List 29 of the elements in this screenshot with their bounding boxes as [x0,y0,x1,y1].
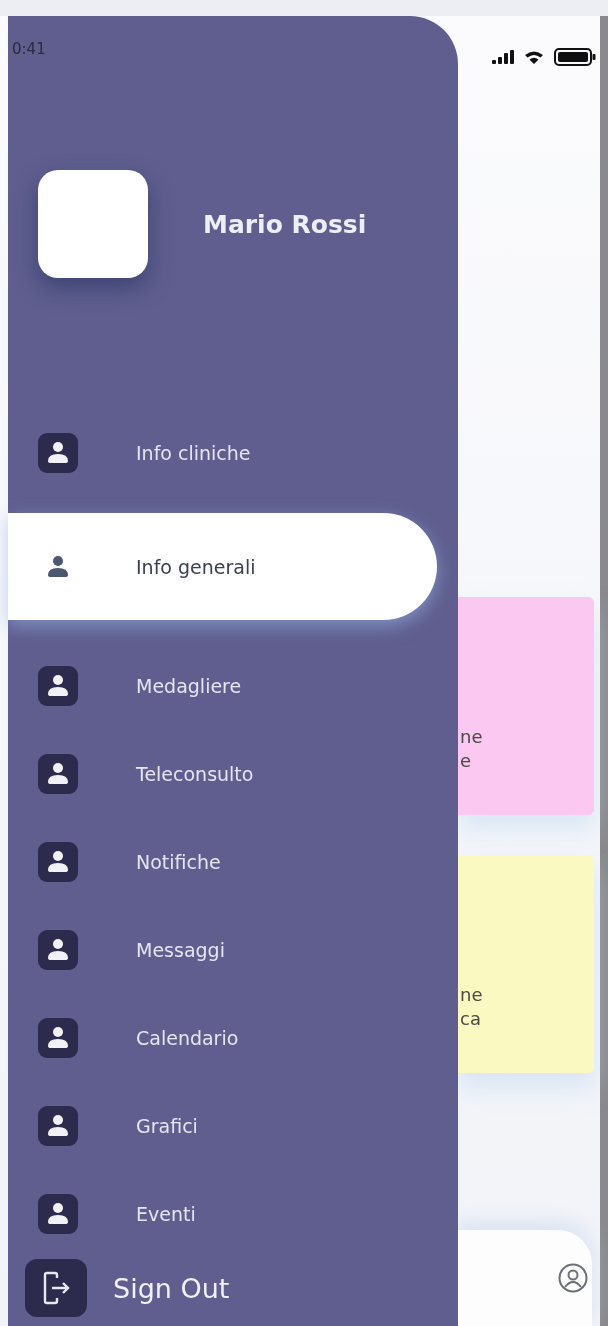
card-text: ne [460,725,483,749]
user-icon [38,433,78,473]
card-text: ne [460,983,483,1007]
wifi-icon [524,49,544,65]
signal-icon [492,50,514,64]
user-icon [38,1194,78,1234]
menu-item[interactable]: Messaggi [8,906,458,994]
menu-item[interactable]: Info generali [8,513,437,620]
user-icon [38,842,78,882]
user-icon [38,1018,78,1058]
menu-item[interactable]: Teleconsulto [8,730,458,818]
sign-out-icon [25,1259,87,1317]
menu-item[interactable]: Grafici [8,1082,458,1170]
user-icon[interactable] [558,1263,588,1293]
menu-item[interactable]: Notifiche [8,818,458,906]
status-time: 0:41 [12,40,46,58]
menu-item[interactable]: Medagliere [8,642,458,730]
sign-out-button[interactable]: Sign Out [8,1258,458,1318]
user-icon [38,930,78,970]
card-text: ca [460,1007,482,1031]
menu-item[interactable]: Calendario [8,994,458,1082]
user-icon [38,754,78,794]
menu-item[interactable]: Eventi [8,1170,458,1258]
battery-icon [554,48,596,66]
menu-item[interactable]: Info cliniche [8,409,458,497]
user-icon [38,1106,78,1146]
card-text: e [460,749,473,773]
user-name: Mario Rossi [203,209,367,239]
user-icon [38,666,78,706]
